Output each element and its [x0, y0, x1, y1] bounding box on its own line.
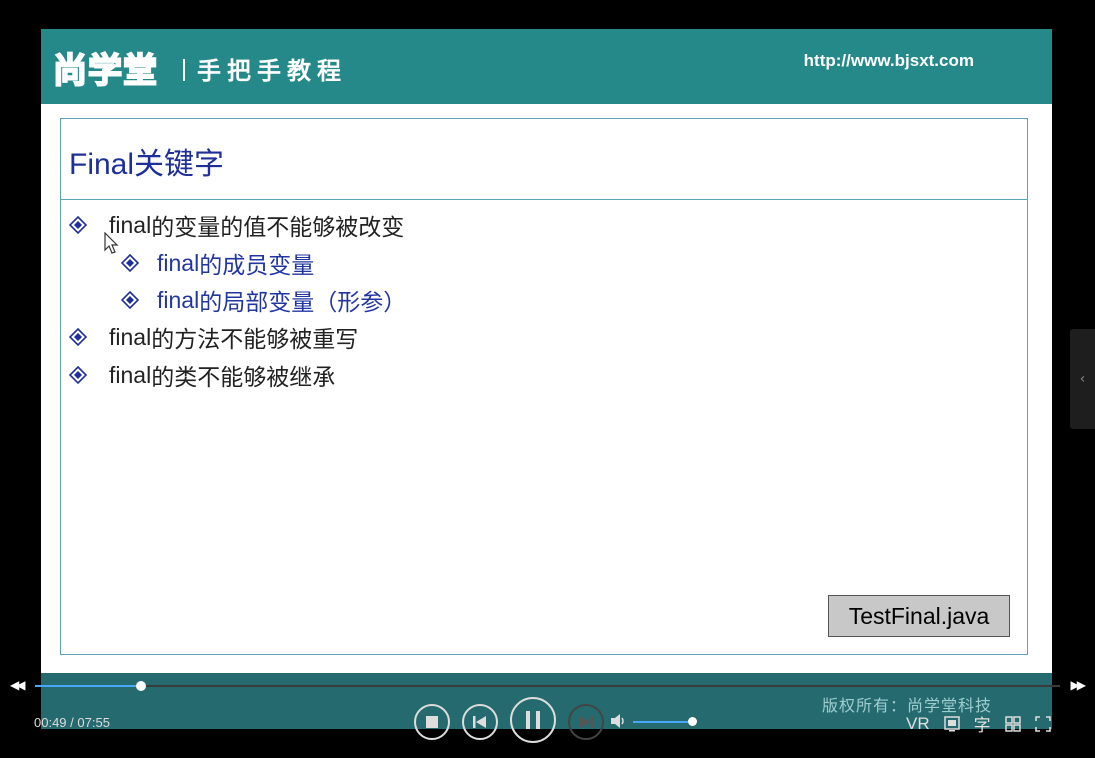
slide-header: 尚学堂 手把手教程 http://www.bjsxt.com — [41, 29, 1052, 104]
bullet-keyword: final — [109, 361, 152, 388]
picture-in-picture-icon[interactable] — [943, 715, 960, 732]
pause-button[interactable] — [510, 697, 556, 743]
bullet-text: 的类不能够被继承 — [151, 365, 336, 391]
bullet-item: final 的类不能够被继承 — [69, 358, 335, 392]
next-button[interactable] — [568, 704, 604, 740]
total-time: 07:55 — [77, 715, 110, 730]
bullet-keyword: final — [157, 286, 200, 313]
header-subtitle: 手把手教程 — [197, 57, 347, 85]
previous-button[interactable] — [462, 704, 498, 740]
fullscreen-icon[interactable] — [1034, 715, 1051, 732]
mouse-cursor-icon — [104, 232, 119, 254]
fast-forward-icon[interactable]: ▶▶ — [1071, 678, 1087, 692]
next-icon — [580, 716, 593, 728]
diamond-bullet-icon — [69, 328, 87, 346]
sub-bullet-item: final 的局部变量（形参） — [121, 283, 406, 317]
diamond-bullet-icon — [69, 216, 87, 234]
diamond-bullet-icon — [121, 291, 139, 309]
stop-button[interactable] — [414, 704, 450, 740]
bullet-text: 的方法不能够被重写 — [151, 327, 359, 353]
bullet-text: 的局部变量（形参） — [199, 290, 407, 316]
rewind-icon[interactable]: ◀◀ — [10, 678, 26, 692]
previous-icon — [473, 716, 486, 728]
site-url: http://www.bjsxt.com — [803, 51, 974, 70]
player-toolbar: VR 字 — [892, 711, 1051, 736]
pause-icon — [526, 711, 540, 729]
slide: 尚学堂 手把手教程 http://www.bjsxt.com Final关键字 … — [41, 29, 1052, 673]
bullet-text: 的成员变量 — [199, 253, 315, 279]
player-controls: ◀◀ ▶▶ 00:49 / 07:55 版权所有：尚学堂科技 VR 字 — [0, 673, 1095, 758]
bullet-keyword: final — [157, 249, 200, 276]
seek-bar-progress — [35, 685, 141, 687]
chevron-left-icon: ‹ — [1079, 371, 1086, 387]
logo: 尚学堂 — [52, 50, 158, 92]
time-display: 00:49 / 07:55 — [34, 715, 110, 730]
header-divider — [183, 59, 185, 81]
vr-button[interactable]: VR — [906, 714, 930, 734]
seek-bar[interactable] — [35, 685, 1060, 687]
diamond-bullet-icon — [121, 254, 139, 272]
bullet-keyword: final — [109, 323, 152, 350]
bullet-item: final 的方法不能够被重写 — [69, 320, 358, 354]
stop-icon — [426, 716, 438, 728]
time-separator: / — [66, 715, 78, 730]
bullet-text: 的变量的值不能够被改变 — [151, 215, 405, 241]
side-panel-toggle[interactable]: ‹ — [1070, 329, 1095, 429]
subtitle-button[interactable]: 字 — [974, 711, 991, 736]
file-label-box: TestFinal.java — [828, 595, 1010, 637]
diamond-bullet-icon — [69, 366, 87, 384]
current-time: 00:49 — [34, 715, 67, 730]
title-bar: Final关键字 — [61, 119, 1027, 200]
content-frame: Final关键字 final 的变量的值不能够被改变 final 的成员变量 fin… — [60, 118, 1028, 655]
volume-handle[interactable] — [688, 717, 697, 726]
volume-icon[interactable] — [611, 714, 627, 728]
seek-handle[interactable] — [136, 681, 146, 691]
playlist-grid-icon[interactable] — [1004, 715, 1021, 732]
slide-title: Final关键字 — [69, 148, 225, 181]
sub-bullet-item: final 的成员变量 — [121, 246, 314, 280]
volume-level — [633, 721, 692, 723]
